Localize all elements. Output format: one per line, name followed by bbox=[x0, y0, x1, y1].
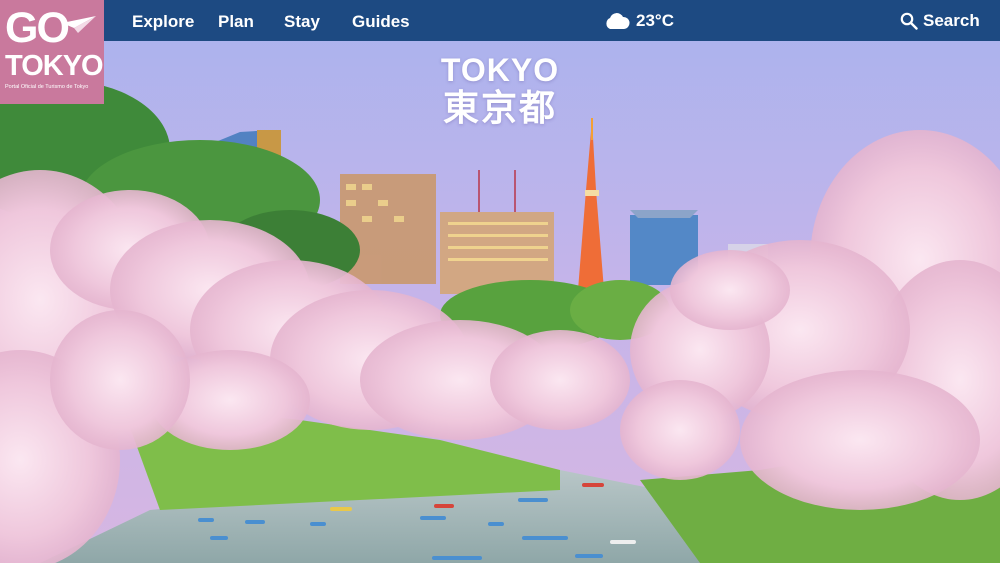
hero-title-english: TOKYO bbox=[440, 52, 560, 88]
weather-widget: 23°C bbox=[604, 0, 674, 41]
search-label: Search bbox=[923, 10, 980, 30]
go-tokyo-logo[interactable]: GO TOKYO Portal Oficial de Turismo de To… bbox=[0, 0, 104, 104]
nav-item-guides[interactable]: Guides bbox=[352, 0, 410, 41]
nav-item-explore[interactable]: Explore bbox=[132, 0, 194, 41]
cloud-icon bbox=[606, 12, 630, 29]
logo-tokyo-text: TOKYO bbox=[5, 50, 104, 82]
hero-title: TOKYO 東京都 bbox=[420, 52, 580, 130]
search-icon bbox=[900, 12, 918, 30]
paper-plane-icon bbox=[62, 16, 96, 33]
search-button[interactable]: Search bbox=[900, 0, 980, 41]
logo-tagline: Portal Oficial de Turismo de Tokyo bbox=[5, 84, 89, 90]
nav-item-stay[interactable]: Stay bbox=[284, 0, 320, 41]
top-navbar: Explore Plan Stay Guides 23°C Search bbox=[104, 0, 1000, 41]
logo-go-text: GO bbox=[5, 4, 70, 52]
nav-item-plan[interactable]: Plan bbox=[218, 0, 254, 41]
hero-title-japanese: 東京都 bbox=[442, 88, 557, 129]
weather-temperature: 23°C bbox=[636, 10, 674, 30]
